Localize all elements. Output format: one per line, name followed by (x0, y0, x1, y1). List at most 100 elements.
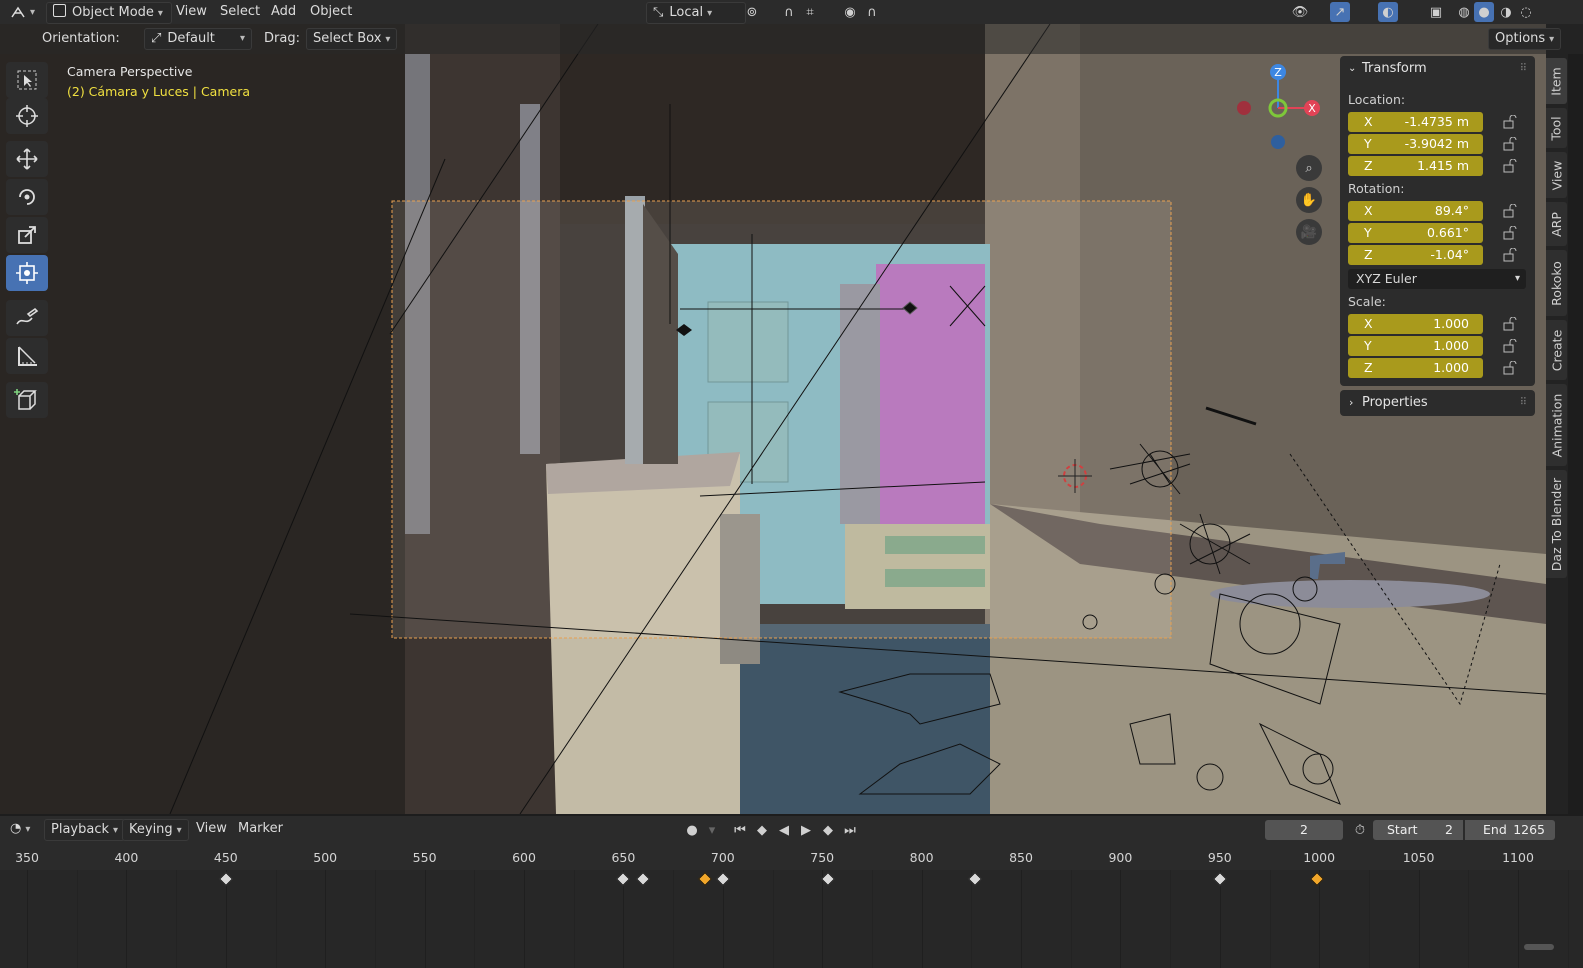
drag-dropdown[interactable]: Select Box ▾ (306, 28, 398, 50)
proportional-edit-icon[interactable]: ◉ (840, 2, 860, 22)
pivot-point-icon[interactable]: ⊚ (742, 2, 762, 22)
keyframe[interactable] (218, 871, 233, 887)
select-box-tool[interactable] (6, 62, 48, 98)
keyframe[interactable] (1212, 871, 1227, 887)
add-cube-tool[interactable] (6, 382, 48, 418)
lock-icon[interactable] (1503, 137, 1517, 151)
record-icon[interactable]: ● (682, 820, 702, 840)
rotation-x-field[interactable]: X 89.4° (1348, 201, 1483, 221)
menu-add[interactable]: Add (265, 2, 302, 22)
mode-dropdown[interactable]: Object Mode ▾ (46, 2, 172, 24)
lock-icon[interactable] (1503, 317, 1517, 331)
cursor-tool[interactable] (6, 98, 48, 134)
end-frame-field[interactable]: End 1265 (1465, 820, 1555, 840)
tab-item[interactable]: Item (1546, 58, 1567, 104)
play-reverse-icon[interactable]: ◀ (774, 820, 794, 840)
tab-create[interactable]: Create (1546, 320, 1567, 380)
next-keyframe-icon[interactable]: ◆ (818, 820, 838, 840)
rendered-shading-icon[interactable]: ◌ (1516, 2, 1536, 22)
keyframe-selected[interactable] (1310, 871, 1325, 887)
xray-icon[interactable]: ▣ (1426, 2, 1446, 22)
tab-rokoko[interactable]: Rokoko (1546, 250, 1567, 316)
marker-menu[interactable]: Marker (232, 819, 289, 839)
prev-keyframe-icon[interactable]: ◆ (752, 820, 772, 840)
drag-handle-icon[interactable]: ⠿ (1520, 56, 1527, 82)
rotation-mode-dropdown[interactable]: XYZ Euler ▾ (1348, 269, 1526, 289)
annotate-tool[interactable] (6, 300, 48, 336)
keying-menu[interactable]: Keying ▾ (122, 819, 189, 841)
tab-tool[interactable]: Tool (1546, 108, 1567, 148)
navigation-gizmo[interactable]: Z X (1228, 58, 1328, 158)
keyframe[interactable] (636, 871, 651, 887)
keyframe[interactable] (715, 871, 730, 887)
menu-object[interactable]: Object (304, 2, 358, 22)
editor-type-button[interactable]: ▾ (4, 2, 41, 22)
auto-keying-options-icon[interactable]: ▾ (702, 820, 722, 840)
transform-tool[interactable] (6, 255, 48, 291)
tab-animation[interactable]: Animation (1546, 384, 1567, 466)
snap-icon[interactable]: ∩ (779, 2, 799, 22)
3d-viewport[interactable]: Camera Perspective (2) Cámara y Luces | … (0, 24, 1546, 814)
scale-tool[interactable] (6, 217, 48, 253)
visibility-icon[interactable]: 👁 (1290, 2, 1310, 22)
current-frame-field[interactable]: 2 (1265, 820, 1343, 840)
lock-icon[interactable] (1503, 361, 1517, 375)
orientation-dropdown[interactable]: ⤢ Default ▾ (144, 28, 252, 50)
scale-x-field[interactable]: X 1.000 (1348, 314, 1483, 334)
add-cube-icon (14, 389, 37, 410)
menu-select[interactable]: Select (214, 2, 266, 22)
frame-gridline (325, 870, 327, 968)
timeline-area[interactable]: 350 400 450 500 550 600 650 700 750 800 850 900 950 1… (0, 843, 1583, 968)
rotate-tool[interactable] (6, 179, 48, 215)
location-y-field[interactable]: Y -3.9042 m (1348, 134, 1483, 154)
lock-icon[interactable] (1503, 248, 1517, 262)
lock-icon[interactable] (1503, 115, 1517, 129)
drag-handle-icon[interactable]: ⠿ (1520, 390, 1527, 416)
solid-shading-icon[interactable]: ● (1474, 2, 1494, 22)
options-dropdown[interactable]: Options ▾ (1488, 28, 1562, 50)
material-shading-icon[interactable]: ◑ (1496, 2, 1516, 22)
pan-hand-icon[interactable]: ✋ (1296, 187, 1322, 213)
scale-y-field[interactable]: Y 1.000 (1348, 336, 1483, 356)
keyframe-selected[interactable] (697, 871, 712, 887)
camera-view-icon[interactable]: 🎥 (1296, 219, 1322, 245)
keyframe[interactable] (616, 871, 631, 887)
preview-range-icon[interactable]: ⏱ (1350, 820, 1370, 840)
jump-start-icon[interactable]: ⏮ (730, 820, 750, 840)
jump-end-icon[interactable]: ⏭ (840, 820, 860, 840)
overlays-icon[interactable]: ◐ (1378, 2, 1398, 22)
move-tool[interactable] (6, 141, 48, 177)
transform-panel-header[interactable]: ⌄ Transform ⠿ (1340, 56, 1535, 82)
tab-arp[interactable]: ARP (1546, 202, 1567, 246)
zoom-icon[interactable]: ⌕ (1296, 155, 1322, 181)
keyframe[interactable] (821, 871, 836, 887)
menu-view[interactable]: View (170, 2, 213, 22)
properties-panel-header[interactable]: › Properties ⠿ (1340, 390, 1535, 416)
object-mode-icon (53, 4, 66, 17)
falloff-icon[interactable]: ∩ (862, 2, 882, 22)
timeline-editor-type-button[interactable]: ◔ ▾ (4, 819, 36, 839)
rotation-y-field[interactable]: Y 0.661° (1348, 223, 1483, 243)
lock-icon[interactable] (1503, 204, 1517, 218)
wireframe-shading-icon[interactable]: ◍ (1454, 2, 1474, 22)
scale-z-field[interactable]: Z 1.000 (1348, 358, 1483, 378)
transform-orientation-dropdown[interactable]: ⤡ Local ▾ (646, 2, 746, 24)
lock-icon[interactable] (1503, 159, 1517, 173)
timeline-scrollbar[interactable] (1524, 944, 1554, 950)
measure-tool[interactable] (6, 338, 48, 374)
start-frame-field[interactable]: Start 2 (1373, 820, 1463, 840)
frame-gridline (1418, 870, 1420, 968)
tab-daz-to-blender[interactable]: Daz To Blender (1546, 470, 1567, 578)
timeline-view-menu[interactable]: View (190, 819, 233, 839)
rotation-z-field[interactable]: Z -1.04° (1348, 245, 1483, 265)
location-z-field[interactable]: Z 1.415 m (1348, 156, 1483, 176)
play-icon[interactable]: ▶ (796, 820, 816, 840)
lock-icon[interactable] (1503, 339, 1517, 353)
tab-view[interactable]: View (1546, 152, 1567, 198)
location-x-field[interactable]: X -1.4735 m (1348, 112, 1483, 132)
gizmo-toggle-icon[interactable]: ↗ (1330, 2, 1350, 22)
lock-icon[interactable] (1503, 226, 1517, 240)
scale-label: Scale: (1348, 294, 1386, 309)
playback-menu[interactable]: Playback ▾ (44, 819, 126, 841)
snap-target-icon[interactable]: ⌗ (800, 2, 820, 22)
